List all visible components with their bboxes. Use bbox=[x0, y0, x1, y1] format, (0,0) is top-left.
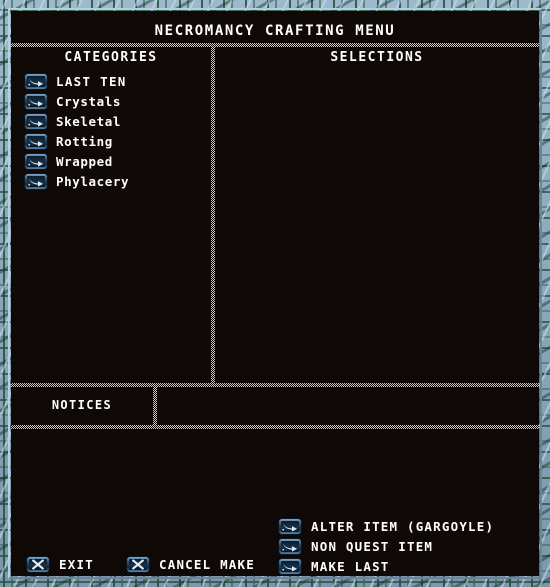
menu-content-panel: NECROMANCY CRAFTING MENU CATEGORIES SELE… bbox=[11, 11, 539, 576]
page-title: NECROMANCY CRAFTING MENU bbox=[154, 23, 396, 39]
category-item-rotting[interactable]: Rotting bbox=[25, 131, 205, 151]
arrow-right-icon bbox=[279, 518, 301, 534]
action-non-quest-item[interactable]: NON QUEST ITEM bbox=[279, 536, 494, 556]
category-item-skeletal[interactable]: Skeletal bbox=[25, 111, 205, 131]
category-label: Skeletal bbox=[56, 113, 122, 129]
arrow-right-icon bbox=[25, 133, 47, 149]
notices-top-separator bbox=[11, 383, 539, 387]
actions-list: ALTER ITEM (GARGOYLE) NON QUEST ITEM MAK… bbox=[279, 516, 494, 576]
exit-button[interactable]: EXIT bbox=[27, 557, 94, 572]
crafting-menu-window: NECROMANCY CRAFTING MENU CATEGORIES SELE… bbox=[0, 0, 550, 587]
categories-column-header: CATEGORIES bbox=[64, 50, 158, 65]
x-icon bbox=[127, 557, 149, 572]
category-item-wrapped[interactable]: Wrapped bbox=[25, 151, 205, 171]
arrow-right-icon bbox=[25, 173, 47, 189]
exit-button-label: EXIT bbox=[59, 557, 94, 572]
category-item-last-ten[interactable]: LAST TEN bbox=[25, 71, 205, 91]
selections-column-header: SELECTIONS bbox=[330, 50, 424, 65]
arrow-right-icon bbox=[25, 153, 47, 169]
selections-list[interactable] bbox=[215, 67, 539, 383]
notices-tab-divider bbox=[153, 387, 157, 429]
action-label: NON QUEST ITEM bbox=[311, 538, 434, 554]
category-label: Crystals bbox=[56, 93, 122, 109]
categories-list: LAST TEN Crystals Skeletal Rotting Wrapp… bbox=[25, 71, 205, 191]
action-make-last[interactable]: MAKE LAST bbox=[279, 556, 494, 576]
notices-body bbox=[11, 429, 539, 509]
cancel-make-button[interactable]: CANCEL MAKE bbox=[127, 557, 255, 572]
arrow-right-icon bbox=[279, 538, 301, 554]
title-separator bbox=[11, 43, 539, 47]
x-icon bbox=[27, 557, 49, 572]
arrow-right-icon bbox=[279, 558, 301, 574]
arrow-right-icon bbox=[25, 93, 47, 109]
action-alter-item[interactable]: ALTER ITEM (GARGOYLE) bbox=[279, 516, 494, 536]
category-label: Phylacery bbox=[56, 173, 130, 189]
category-label: Wrapped bbox=[56, 153, 113, 169]
arrow-right-icon bbox=[25, 73, 47, 89]
cancel-make-button-label: CANCEL MAKE bbox=[159, 557, 255, 572]
arrow-right-icon bbox=[25, 113, 47, 129]
action-label: ALTER ITEM (GARGOYLE) bbox=[311, 518, 495, 534]
action-label: MAKE LAST bbox=[311, 558, 390, 574]
notices-tab-label: NOTICES bbox=[51, 398, 113, 412]
category-item-phylacery[interactable]: Phylacery bbox=[25, 171, 205, 191]
category-item-crystals[interactable]: Crystals bbox=[25, 91, 205, 111]
category-label: LAST TEN bbox=[56, 73, 127, 89]
category-label: Rotting bbox=[56, 133, 113, 149]
